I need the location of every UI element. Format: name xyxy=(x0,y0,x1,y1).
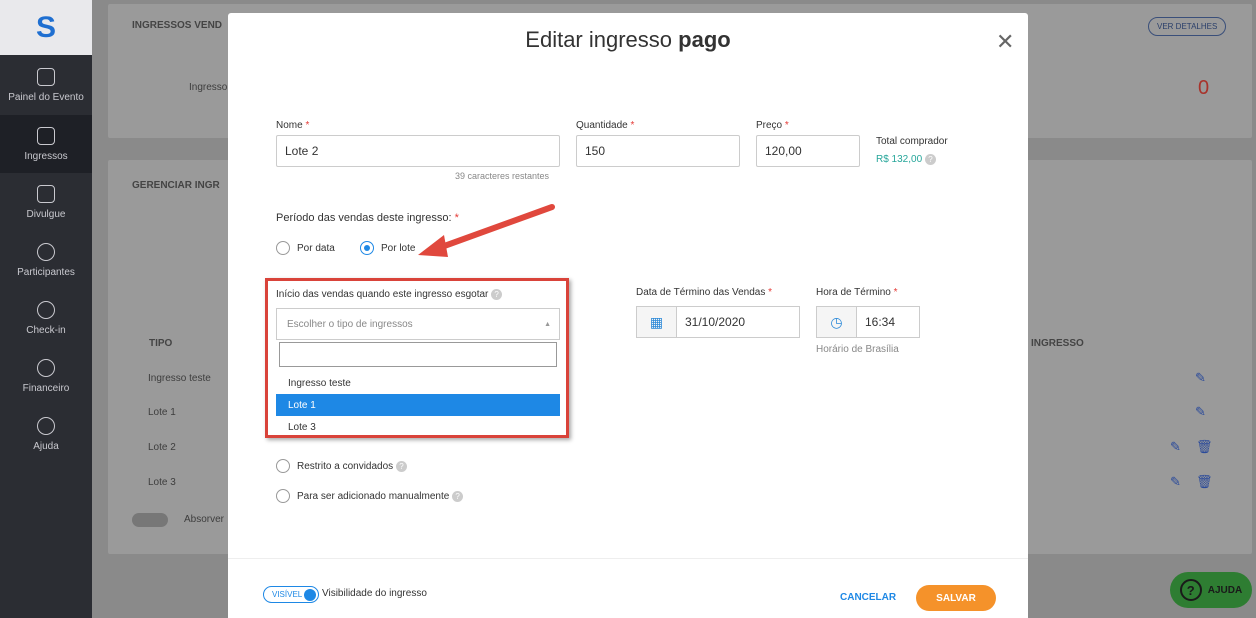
end-time-field[interactable]: ◷ 16:34 xyxy=(816,306,920,338)
cancel-button[interactable]: CANCELAR xyxy=(840,592,896,603)
col-ingresso: INGRESSO xyxy=(1031,338,1084,349)
radio-por-lote[interactable]: Por lote xyxy=(360,241,415,255)
help-icon: ? xyxy=(452,490,464,502)
highlighted-dropdown: Início das vendas quando este ingresso e… xyxy=(265,278,569,438)
radio-icon xyxy=(276,459,290,473)
qty-label: Quantidade * xyxy=(576,120,635,131)
save-button[interactable]: SALVAR xyxy=(916,585,996,611)
radio-icon xyxy=(276,489,290,503)
calendar-icon: ▦ xyxy=(637,307,677,337)
radio-restrito[interactable]: Restrito a convidados ? xyxy=(276,459,407,473)
logo[interactable]: S xyxy=(0,0,92,55)
sidebar-item-financeiro[interactable]: Financeiro xyxy=(0,347,92,405)
end-date-field[interactable]: ▦ 31/10/2020 xyxy=(636,306,800,338)
start-select[interactable]: Escolher o tipo de ingressos ▲ xyxy=(276,308,560,340)
option-lote-3[interactable]: Lote 3 xyxy=(276,416,560,438)
edit-ticket-modal: Editar ingresso pago ✕ Nome * Lote 2 39 … xyxy=(228,13,1028,618)
check-circle-icon xyxy=(37,300,55,319)
price-label: Preço * xyxy=(756,120,789,131)
dollar-icon xyxy=(37,358,55,377)
trash-icon[interactable]: 🗑 xyxy=(1196,439,1213,454)
table-row: Lote 3 xyxy=(148,477,176,488)
clock-icon: ◷ xyxy=(817,307,857,337)
radio-por-data[interactable]: Por data xyxy=(276,241,335,255)
sidebar: S Painel do Evento Ingressos Divulgue Pa… xyxy=(0,0,92,618)
total-value: R$ 132,00 ? xyxy=(876,154,936,165)
sidebar-item-checkin[interactable]: Check-in xyxy=(0,289,92,347)
price-field[interactable]: 120,00 xyxy=(756,135,860,167)
visible-toggle[interactable]: VISÍVEL xyxy=(263,586,319,603)
ticket-label: Ingresso xyxy=(189,82,228,93)
name-label: Nome * xyxy=(276,120,310,131)
modal-footer: VISÍVEL Visibilidade do ingresso CANCELA… xyxy=(228,558,1028,618)
qty-field[interactable]: 150 xyxy=(576,135,740,167)
table-row: Ingresso teste xyxy=(148,373,211,384)
edit-icon[interactable]: ✎ xyxy=(1195,404,1209,419)
radio-manual[interactable]: Para ser adicionado manualmente ? xyxy=(276,489,464,503)
sold-count: 0 xyxy=(1198,77,1210,99)
sold-title: INGRESSOS VEND xyxy=(132,20,223,31)
timezone-label: Horário de Brasília xyxy=(816,344,899,355)
radio-icon xyxy=(276,241,290,255)
start-label: Início das vendas quando este ingresso e… xyxy=(276,289,503,300)
dropdown-search-input[interactable] xyxy=(279,342,557,367)
sidebar-item-divulgue[interactable]: Divulgue xyxy=(0,173,92,231)
option-lote-1[interactable]: Lote 1 xyxy=(276,394,560,416)
absorb-toggle[interactable] xyxy=(132,513,168,527)
sidebar-item-painel[interactable]: Painel do Evento xyxy=(0,55,92,115)
modal-title: Editar ingresso pago xyxy=(525,27,731,52)
total-label: Total comprador xyxy=(876,136,948,147)
edit-icon[interactable]: ✎ xyxy=(1170,474,1184,489)
name-field[interactable]: Lote 2 xyxy=(276,135,560,167)
question-icon: ? xyxy=(1179,579,1202,601)
toggle-knob xyxy=(304,589,316,601)
trash-icon[interactable]: 🗑 xyxy=(1196,474,1213,489)
details-button[interactable]: VER DETALHES xyxy=(1148,17,1227,36)
sidebar-item-participantes[interactable]: Participantes xyxy=(0,231,92,289)
sidebar-item-ajuda[interactable]: Ajuda xyxy=(0,405,92,463)
users-icon xyxy=(37,242,55,261)
caret-up-icon: ▲ xyxy=(544,321,551,328)
dashboard-icon xyxy=(37,67,55,86)
end-date-label: Data de Término das Vendas * xyxy=(636,287,773,298)
absorb-label: Absorver xyxy=(184,514,225,525)
edit-icon[interactable]: ✎ xyxy=(1195,370,1209,385)
manage-title: GERENCIAR INGR xyxy=(132,180,220,191)
help-icon: ? xyxy=(395,460,407,472)
visibility-label: Visibilidade do ingresso xyxy=(322,588,427,599)
option-ingresso-teste[interactable]: Ingresso teste xyxy=(276,372,560,394)
ticket-icon xyxy=(37,126,55,145)
col-tipo: TIPO xyxy=(149,338,173,349)
help-icon: ? xyxy=(924,154,936,165)
help-button[interactable]: ? AJUDA xyxy=(1170,572,1252,608)
end-time-label: Hora de Término * xyxy=(816,287,898,298)
radio-checked-icon xyxy=(360,241,374,255)
megaphone-icon xyxy=(37,184,55,203)
sidebar-item-ingressos[interactable]: Ingressos xyxy=(0,115,92,173)
name-hint: 39 caracteres restantes xyxy=(455,171,550,181)
question-icon xyxy=(37,416,55,435)
close-icon[interactable]: ✕ xyxy=(996,29,1014,55)
annotation-arrow-icon xyxy=(418,204,555,257)
help-icon: ? xyxy=(491,289,503,300)
table-row: Lote 1 xyxy=(148,407,176,418)
edit-icon[interactable]: ✎ xyxy=(1170,439,1184,454)
table-row: Lote 2 xyxy=(148,442,176,453)
